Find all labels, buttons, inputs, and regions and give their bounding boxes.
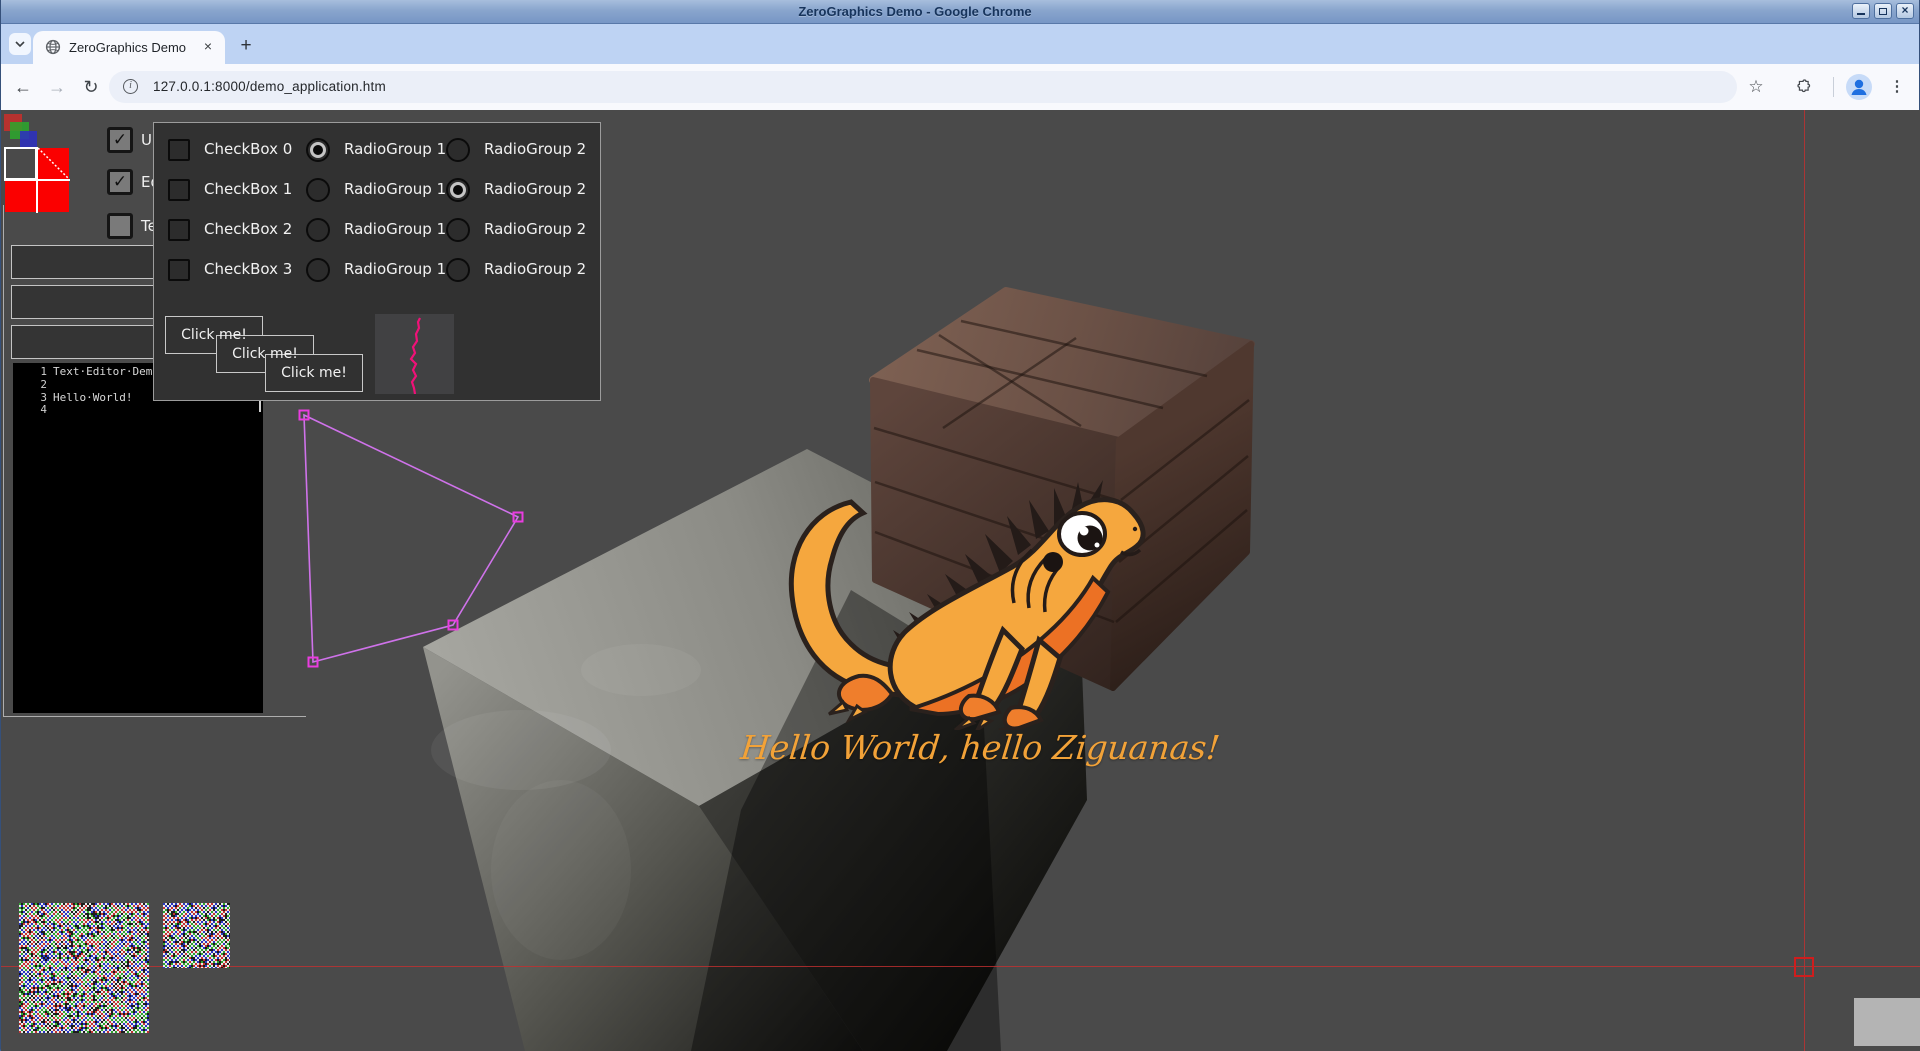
radiogroup1-option-0-label: RadioGroup 1	[344, 140, 447, 158]
radiogroup2-option-2[interactable]	[446, 218, 470, 242]
minimize-button[interactable]	[1852, 3, 1870, 19]
widget-row: CheckBox 1 RadioGroup 1 RadioGroup 2	[154, 171, 600, 209]
tab-close-icon[interactable]: ×	[199, 38, 217, 56]
reload-icon[interactable]: ↻	[77, 64, 105, 110]
browser-toolbar: ← → ↻ i 127.0.0.1:8000/demo_application.…	[1, 64, 1919, 110]
close-button[interactable]: ×	[1896, 3, 1914, 19]
radiogroup1-option-1[interactable]	[306, 178, 330, 202]
widget-row: CheckBox 2 RadioGroup 1 RadioGroup 2	[154, 211, 600, 249]
chevron-down-icon	[15, 41, 25, 48]
puzzle-icon	[1796, 79, 1810, 93]
click-me-button-2-label: Click me!	[232, 346, 298, 362]
profile-avatar[interactable]	[1846, 74, 1872, 100]
radiogroup1-option-2[interactable]	[306, 218, 330, 242]
menu-kebab-icon[interactable]: ⋮	[1885, 64, 1909, 110]
radiogroup2-option-0-label: RadioGroup 2	[484, 140, 587, 158]
radiogroup2-option-3-label: RadioGroup 2	[484, 260, 587, 278]
site-info-icon[interactable]: i	[123, 79, 138, 94]
tab-title: ZeroGraphics Demo	[69, 40, 187, 55]
polygon-edges[interactable]	[303, 413, 520, 664]
checkbox-0-label: CheckBox 0	[204, 140, 293, 158]
radiogroup1-option-2-label: RadioGroup 1	[344, 220, 447, 238]
globe-icon	[45, 39, 61, 55]
person-icon	[1851, 79, 1867, 95]
titlebar[interactable]: ZeroGraphics Demo - Google Chrome ×	[1, 0, 1919, 24]
mini-plot	[375, 314, 454, 395]
new-tab-button[interactable]: +	[233, 34, 259, 60]
maximize-button[interactable]	[1874, 3, 1892, 19]
plot-curve	[409, 317, 421, 395]
checkbox-2-label: CheckBox 2	[204, 220, 293, 238]
checkbox-3-label: CheckBox 3	[204, 260, 293, 278]
back-icon[interactable]: ←	[9, 64, 37, 110]
page-viewport: Hello World, hello Ziguanas! ✓ UI ✓ Ed T…	[1, 110, 1920, 1051]
polygon-vertex-handles[interactable]	[298, 409, 524, 668]
click-me-button-1-label: Click me!	[181, 327, 247, 343]
radiogroup2-option-3[interactable]	[446, 258, 470, 282]
click-me-button-3-label: Click me!	[281, 365, 347, 381]
widget-panel: CheckBox 0 RadioGroup 1 RadioGroup 2 Che…	[153, 122, 601, 401]
radiogroup2-option-1-label: RadioGroup 2	[484, 180, 587, 198]
minimize-icon	[1857, 13, 1865, 15]
radiogroup2-option-1[interactable]	[446, 178, 470, 202]
widget-row: CheckBox 3 RadioGroup 1 RadioGroup 2	[154, 251, 600, 289]
browser-window: ZeroGraphics Demo - Google Chrome × Zero…	[0, 0, 1920, 1051]
radiogroup2-option-2-label: RadioGroup 2	[484, 220, 587, 238]
maximize-icon	[1879, 8, 1887, 15]
bookmark-star-icon[interactable]: ☆	[1743, 64, 1769, 110]
checkbox-1[interactable]	[168, 179, 190, 201]
widget-row: CheckBox 0 RadioGroup 1 RadioGroup 2	[154, 131, 600, 169]
toolbar-divider	[1833, 77, 1834, 97]
radiogroup1-option-0[interactable]	[306, 138, 330, 162]
radiogroup1-option-1-label: RadioGroup 1	[344, 180, 447, 198]
tab-strip: ZeroGraphics Demo × +	[1, 24, 1919, 64]
extensions-icon[interactable]	[1791, 64, 1817, 110]
checkbox-3[interactable]	[168, 259, 190, 281]
radiogroup2-option-0[interactable]	[446, 138, 470, 162]
close-icon: ×	[1901, 3, 1909, 17]
forward-icon[interactable]: →	[43, 64, 71, 110]
window-title: ZeroGraphics Demo - Google Chrome	[798, 4, 1032, 19]
address-bar[interactable]: i 127.0.0.1:8000/demo_application.htm	[109, 71, 1737, 103]
tab-zerographics-demo[interactable]: ZeroGraphics Demo ×	[33, 31, 225, 64]
radiogroup1-option-3[interactable]	[306, 258, 330, 282]
checkbox-2[interactable]	[168, 219, 190, 241]
tab-search-button[interactable]	[9, 33, 31, 55]
url-text[interactable]: 127.0.0.1:8000/demo_application.htm	[153, 71, 386, 103]
checkbox-1-label: CheckBox 1	[204, 180, 293, 198]
checkbox-0[interactable]	[168, 139, 190, 161]
radiogroup1-option-3-label: RadioGroup 1	[344, 260, 447, 278]
